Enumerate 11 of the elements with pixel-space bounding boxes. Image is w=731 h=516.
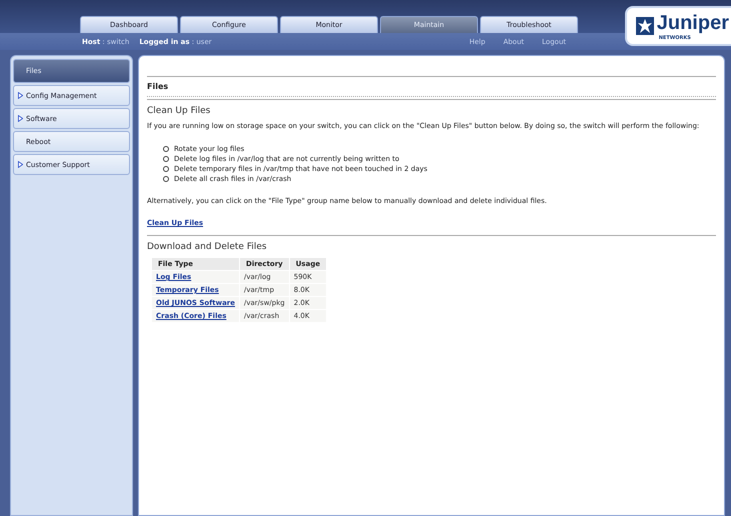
section-heading: Clean Up Files (147, 105, 212, 118)
section-heading: Download and Delete Files (147, 241, 268, 254)
expand-arrow-icon (18, 161, 23, 168)
page-title: Files (147, 81, 170, 93)
bullet-icon (163, 166, 169, 172)
bullet-icon (163, 146, 169, 152)
bullet-icon (163, 156, 169, 162)
expand-arrow-icon (18, 115, 23, 122)
expand-arrow-icon (18, 92, 23, 99)
bullet-icon (163, 176, 169, 182)
logo-name: Juniper (656, 12, 729, 34)
